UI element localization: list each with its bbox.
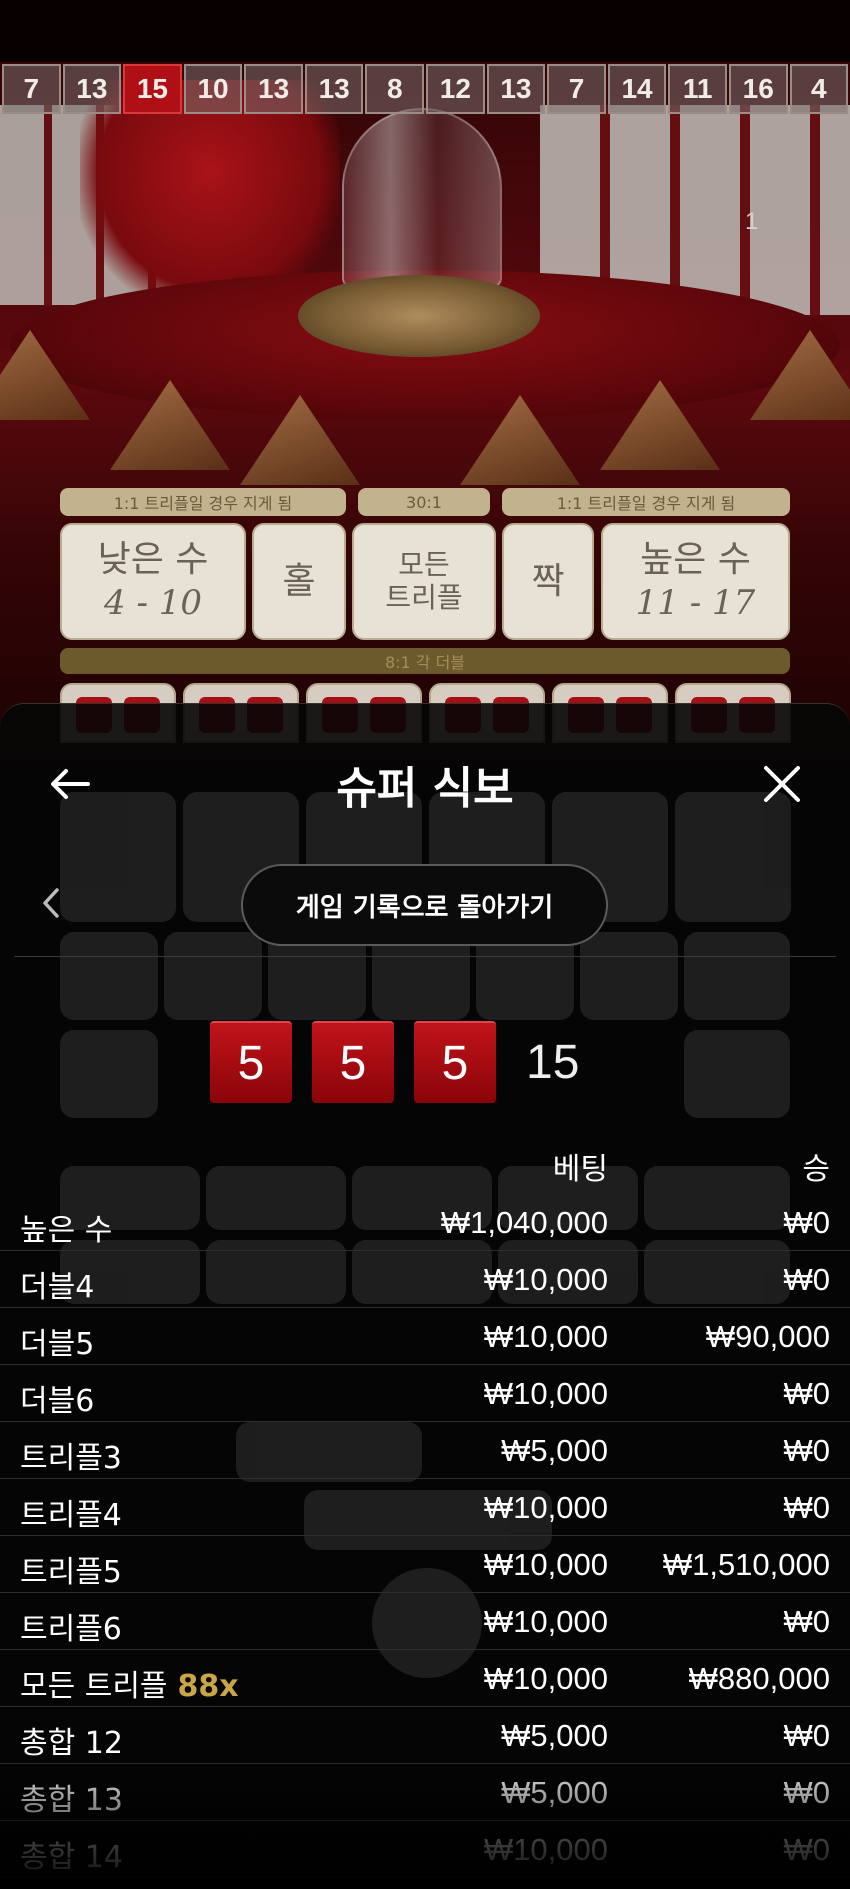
bet-row: 더블4 ₩10,000 ₩0 (0, 1251, 850, 1308)
bet-row: 더블5 ₩10,000 ₩90,000 (0, 1308, 850, 1365)
chevron-left-icon[interactable] (36, 885, 66, 921)
bet-name: 모든 트리플 88x (20, 1661, 239, 1705)
bet-amount: ₩1,040,000 (440, 1205, 608, 1240)
bet-spot-high-label: 높은 수 (640, 538, 751, 580)
results-history-strip: 7 13 15 10 13 13 8 12 13 7 14 11 16 4 (0, 64, 850, 116)
bet-name-text: 높은 수 (20, 1213, 113, 1248)
bet-amount: ₩10,000 (483, 1661, 608, 1696)
payout-label-doubles: 8:1 각 더블 (60, 648, 790, 674)
bet-row: 트리플4 ₩10,000 ₩0 (0, 1479, 850, 1536)
history-result-cell: 16 (728, 64, 788, 114)
bet-name: 높은 수 (20, 1205, 112, 1249)
column-header-bet: 베팅 (552, 1152, 608, 1187)
column-header-win: 승 (802, 1152, 830, 1187)
multiplier-badge: 88x (177, 1669, 239, 1704)
bet-amount: ₩10,000 (483, 1547, 608, 1582)
round-result: 5 5 5 15 (210, 1002, 640, 1122)
round-counter: 1 (745, 208, 759, 235)
panel-title: 슈퍼 식보 (336, 763, 514, 814)
win-amount: ₩0 (783, 1376, 831, 1411)
bet-row: 모든 트리플 88x ₩10,000 ₩880,000 (0, 1650, 850, 1707)
result-sum: 15 (526, 1035, 580, 1089)
win-amount: ₩1,510,000 (662, 1547, 830, 1582)
history-result-cell: 10 (183, 64, 243, 114)
win-amount: ₩0 (783, 1718, 831, 1753)
bottom-fade (0, 1754, 850, 1889)
bet-row: 트리플5 ₩10,000 ₩1,510,000 (0, 1536, 850, 1593)
win-amount: ₩0 (783, 1604, 831, 1639)
bet-amount: ₩10,000 (483, 1490, 608, 1525)
bet-spot-any-triple[interactable]: 모든 트리플 (352, 523, 496, 640)
history-result-cell: 14 (607, 64, 667, 114)
history-nav-row: 게임 기록으로 돌아가기 (0, 859, 850, 949)
bets-table-header: 베팅 승 (0, 1144, 850, 1192)
bet-spot-low[interactable]: 낮은 수 4 - 10 (60, 523, 246, 640)
bet-row: 트리플6 ₩10,000 ₩0 (0, 1593, 850, 1650)
payout-label-high: 1:1 트리플일 경우 지게 됨 (502, 488, 790, 516)
bet-spot-odd-label: 홀 (282, 560, 316, 602)
bet-amount: ₩10,000 (483, 1376, 608, 1411)
bet-spot-odd[interactable]: 홀 (252, 523, 346, 640)
bet-spot-high-range: 11 - 17 (635, 583, 756, 624)
bet-name-text: 트리플5 (20, 1555, 122, 1590)
history-result-cell: 11 (668, 64, 727, 114)
history-result-cell: 8 (365, 64, 425, 114)
bet-row: 높은 수 ₩1,040,000 ₩0 (0, 1194, 850, 1251)
bet-name: 트리플3 (20, 1433, 122, 1477)
bet-spot-high[interactable]: 높은 수 11 - 17 (601, 523, 790, 640)
bet-amount: ₩10,000 (483, 1604, 608, 1639)
bet-amount: ₩5,000 (501, 1433, 608, 1468)
bet-row: 더블6 ₩10,000 ₩0 (0, 1365, 850, 1422)
history-result-cell: 12 (426, 64, 485, 114)
bet-amount: ₩5,000 (501, 1718, 608, 1753)
die-result: 5 (414, 1021, 496, 1103)
history-result-cell: 7 (547, 64, 606, 114)
die-result: 5 (210, 1021, 292, 1103)
bet-spot-any-triple-line2: 트리플 (385, 580, 463, 614)
bet-name-text: 트리플6 (20, 1612, 122, 1647)
bet-row: 트리플3 ₩5,000 ₩0 (0, 1422, 850, 1479)
bet-name-text: 더블4 (20, 1270, 95, 1305)
bet-name-text: 더블5 (20, 1327, 95, 1362)
payout-label-any-triple: 30:1 (358, 488, 490, 516)
history-result-cell: 15 (123, 64, 182, 114)
bet-name: 트리플6 (20, 1604, 122, 1648)
bet-amount: ₩10,000 (483, 1319, 608, 1354)
history-result-cell: 4 (789, 64, 849, 114)
history-result-cell: 13 (486, 64, 546, 114)
win-amount: ₩90,000 (705, 1319, 830, 1354)
bet-spot-low-range: 4 - 10 (104, 583, 202, 624)
bet-name-text: 모든 트리플 (20, 1669, 168, 1704)
close-icon[interactable] (756, 758, 808, 810)
bet-name-text: 트리플3 (20, 1441, 122, 1476)
history-result-cell: 7 (2, 64, 61, 114)
bet-amount: ₩10,000 (483, 1262, 608, 1297)
win-amount: ₩0 (783, 1262, 831, 1297)
back-to-history-button[interactable]: 게임 기록으로 돌아가기 (241, 864, 608, 946)
payout-label-low: 1:1 트리플일 경우 지게 됨 (60, 488, 346, 516)
bet-spot-any-triple-line1: 모든 (398, 548, 450, 582)
bet-name-text: 트리플4 (20, 1498, 122, 1533)
bet-name: 더블5 (20, 1319, 94, 1363)
bet-spot-even[interactable]: 짝 (502, 523, 594, 640)
win-amount: ₩0 (783, 1433, 831, 1468)
history-result-cell: 13 (62, 64, 122, 114)
history-result-cell: 13 (304, 64, 364, 114)
bet-name: 더블6 (20, 1376, 94, 1420)
bet-name: 더블4 (20, 1262, 94, 1306)
bet-spot-low-label: 낮은 수 (97, 538, 209, 580)
bet-name: 트리플4 (20, 1490, 122, 1534)
history-result-cell: 13 (244, 64, 303, 114)
divider (14, 956, 836, 957)
win-amount: ₩0 (783, 1490, 831, 1525)
panel-header: 슈퍼 식보 (0, 744, 850, 824)
live-video-stream: 7 13 15 10 13 13 8 12 13 7 14 11 16 4 1 1:1 트리플일 경우 지… (0, 0, 850, 760)
bet-spot-even-label: 짝 (531, 560, 565, 602)
win-amount: ₩0 (783, 1205, 831, 1240)
win-amount: ₩880,000 (688, 1661, 830, 1696)
bet-name: 트리플5 (20, 1547, 122, 1591)
die-result: 5 (312, 1021, 394, 1103)
game-history-detail-panel: 슈퍼 식보 게임 기록으로 돌아가기 5 5 5 15 베팅 승 높은 수 ₩1,… (0, 703, 850, 1889)
bet-name-text: 더블6 (20, 1384, 95, 1419)
